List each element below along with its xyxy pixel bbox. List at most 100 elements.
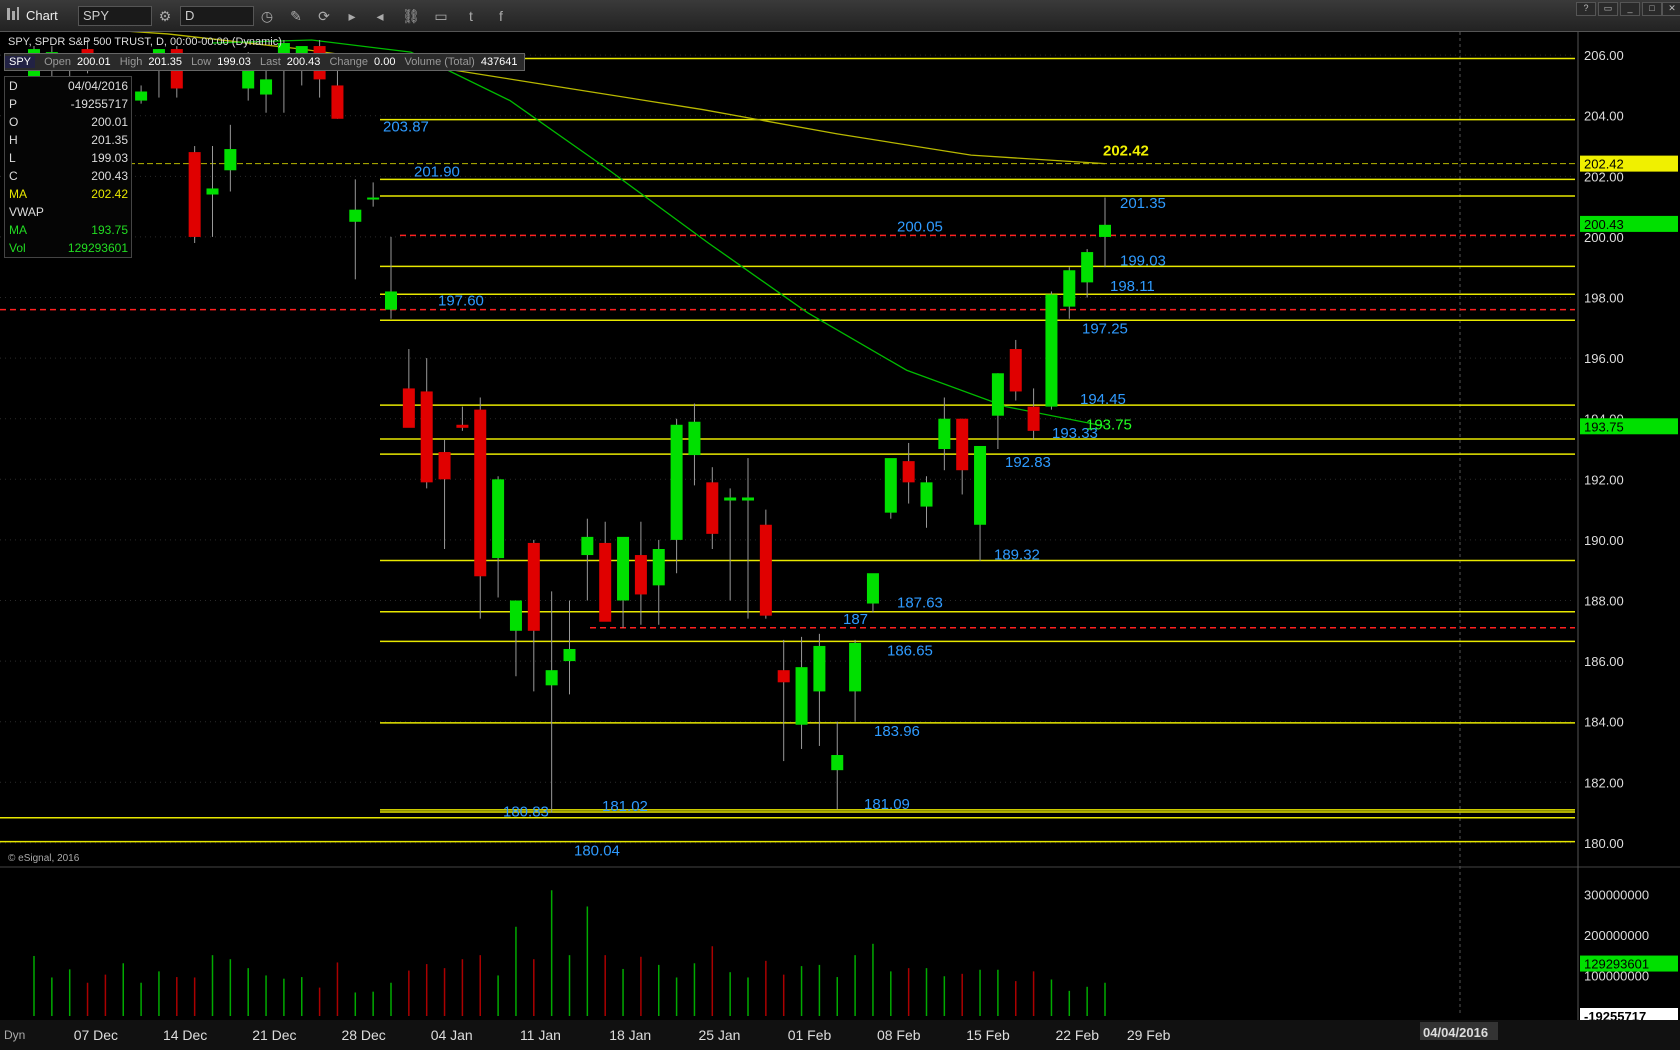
candle-body (349, 209, 362, 222)
high-label: High (119, 56, 143, 68)
dw-row-volume: Vol 129293601 (5, 239, 131, 257)
candle-body (813, 645, 826, 692)
dw-value: 200.01 (91, 115, 128, 129)
volume-value: 437641 (480, 56, 518, 68)
level-label: 192.83 (1005, 454, 1051, 471)
dw-row-close: C 200.43 (5, 167, 131, 185)
window-title: Chart (26, 8, 58, 23)
level-label: 197.25 (1082, 320, 1128, 337)
date-tick-label: 25 Jan (698, 1027, 740, 1043)
level-label: 183.96 (874, 723, 920, 740)
dw-label: C (9, 169, 18, 183)
dw-row-high: H 201.35 (5, 131, 131, 149)
candle-body (920, 482, 933, 507)
level-label: 187.63 (897, 595, 943, 612)
low-value: 199.03 (217, 56, 251, 68)
low-label: Low (191, 56, 212, 68)
candle-body (1009, 349, 1022, 392)
price-chart[interactable]: 206.00204.00202.00200.00198.00196.00194.… (0, 32, 1680, 1050)
price-tick-label: 196.00 (1584, 351, 1624, 366)
dw-value: 129293601 (67, 241, 128, 255)
price-tick-label: 188.00 (1584, 594, 1624, 609)
last-value: 200.43 (286, 56, 321, 68)
price-tick-label: 180.00 (1584, 836, 1624, 851)
candle-body (1063, 270, 1076, 307)
minimize-button[interactable]: _ (1620, 2, 1640, 16)
candle-body (456, 424, 469, 428)
candle-body (599, 542, 612, 622)
level-label: 180.83 (503, 804, 549, 821)
candle-body (492, 479, 505, 559)
study-header: SPY, SPDR S&P 500 TRUST, D, 00:00-00:00 … (8, 36, 282, 48)
dw-row-vwap: VWAP (5, 203, 131, 221)
restore-button[interactable]: ▭ (1598, 2, 1618, 16)
play-icon[interactable]: ▸ (343, 6, 361, 26)
close-button[interactable]: ✕ (1662, 2, 1680, 16)
candle-body (742, 497, 754, 501)
symbol-gear-icon[interactable]: ⚙ (156, 6, 174, 26)
red-level-label: 187 (843, 611, 868, 628)
refresh-icon[interactable]: ⟳ (315, 6, 333, 26)
date-tick-label: 08 Feb (877, 1027, 921, 1043)
chart-background (0, 32, 1680, 1050)
candle-body (902, 461, 915, 483)
dw-label: O (9, 115, 19, 129)
level-label: 199.03 (1120, 252, 1166, 269)
candle-body (938, 418, 951, 450)
symbol-input[interactable]: SPY (78, 6, 152, 26)
candle-body (670, 424, 683, 540)
dyn-label: Dyn (4, 1028, 25, 1042)
volume-tag-label: 129293601 (1584, 957, 1649, 972)
candle-body (420, 391, 433, 483)
candle-body (402, 388, 415, 428)
chat-icon[interactable]: ▭ (432, 6, 450, 26)
ohlc-symbol: SPY (5, 56, 36, 68)
price-tick-label: 186.00 (1584, 654, 1624, 669)
dw-value: 202.42 (91, 187, 128, 201)
dw-value: 201.35 (91, 133, 128, 147)
candle-body (884, 458, 897, 513)
price-tick-label: 190.00 (1584, 533, 1624, 548)
candle-body (634, 555, 647, 595)
dw-label: VWAP (9, 205, 44, 219)
red-level-label: 197.60 (438, 293, 484, 310)
twitter-icon[interactable]: t (462, 6, 480, 26)
draw-pencil-icon[interactable]: ✎ (287, 6, 305, 26)
clock-icon[interactable]: ◷ (258, 6, 276, 26)
axis-tag-label: 202.42 (1584, 157, 1624, 172)
back-icon[interactable]: ◂ (371, 6, 389, 26)
link-icon[interactable]: ⛓ (402, 6, 420, 26)
level-label: 186.65 (887, 642, 933, 659)
help-button[interactable]: ? (1576, 2, 1596, 16)
dw-value: 04/04/2016 (67, 79, 128, 93)
ma-fast-label: 193.75 (1086, 416, 1132, 433)
candle-body (688, 421, 701, 456)
candle-body (831, 755, 844, 771)
dw-row-ma-fast: MA 193.75 (5, 221, 131, 239)
facebook-icon[interactable]: f (492, 6, 510, 26)
candle-body (527, 542, 540, 631)
dw-label: MA (9, 223, 27, 237)
ohlc-bar: SPY Open 200.01 High 201.35 Low 199.03 Last… (4, 53, 525, 71)
candle-body (206, 188, 219, 195)
candle-body (1099, 224, 1111, 237)
candle-body (706, 482, 719, 534)
price-tick-label: 198.00 (1584, 291, 1624, 306)
candle-body (331, 85, 344, 119)
axis-tag-label: 193.75 (1584, 419, 1624, 434)
date-tick-label: 04 Jan (431, 1027, 473, 1043)
date-tick-label: 07 Dec (74, 1027, 118, 1043)
change-label: Change (329, 56, 369, 68)
candle-body (385, 291, 397, 310)
interval-input[interactable]: D (180, 6, 254, 26)
date-tick-label: 01 Feb (788, 1027, 832, 1043)
chart-window-icon (6, 6, 20, 26)
ma-slow-label: 202.42 (1103, 143, 1149, 160)
price-tick-label: 206.00 (1584, 48, 1624, 63)
change-value: 0.00 (374, 56, 396, 68)
dw-row-ma-slow: MA 202.42 (5, 185, 131, 203)
maximize-button[interactable]: □ (1642, 2, 1662, 16)
price-tick-label: 192.00 (1584, 472, 1624, 487)
dw-value: -19255717 (70, 97, 128, 111)
price-tick-label: 200.00 (1584, 230, 1624, 245)
